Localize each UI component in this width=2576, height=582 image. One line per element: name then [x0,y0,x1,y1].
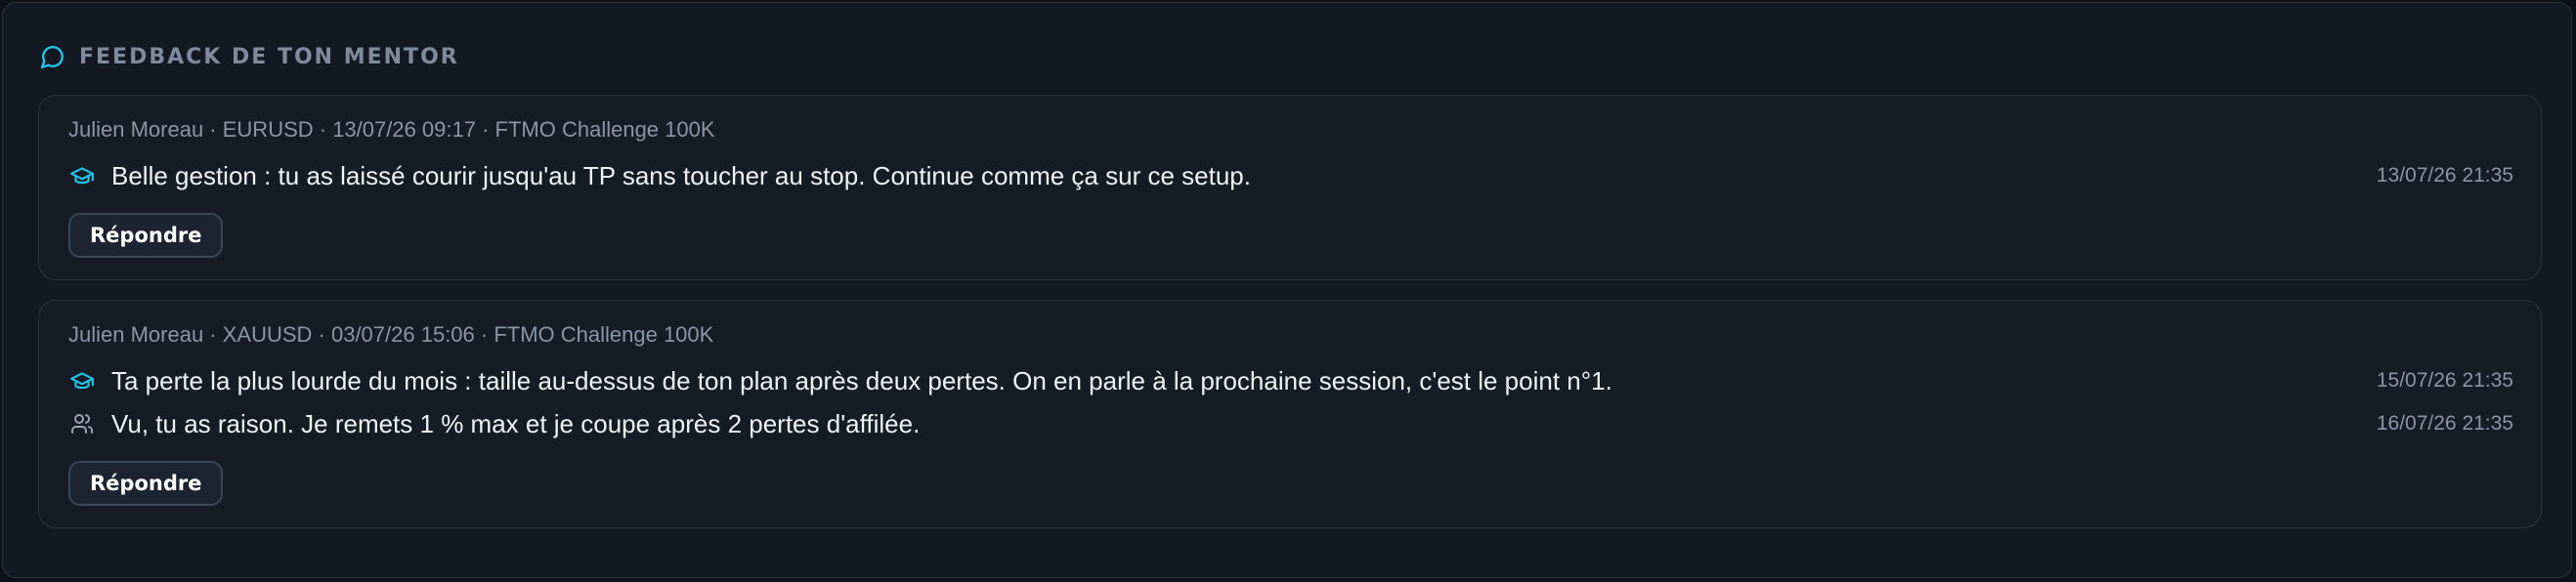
message-time: 16/07/26 21:35 [2376,412,2513,435]
message-row: Vu, tu as raison. Je remets 1 % max et j… [68,404,2513,443]
reply-button[interactable]: Répondre [68,461,224,506]
panel-title: FEEDBACK DE TON MENTOR [79,44,459,69]
thread-meta: Julien Moreau · EURUSD · 13/07/26 09:17 … [68,117,715,142]
message-text: Belle gestion : tu as laissé courir jusq… [111,160,1251,190]
message-text: Ta perte la plus lourde du mois : taille… [111,365,1612,395]
message-row: Ta perte la plus lourde du mois : taille… [68,361,2513,400]
reply-button[interactable]: Répondre [68,213,224,258]
panel-header: FEEDBACK DE TON MENTOR [40,40,459,73]
thread-meta: Julien Moreau · XAUUSD · 03/07/26 15:06 … [68,322,714,347]
mentor-cap-icon [68,162,96,189]
mentor-cap-icon [68,367,96,395]
mentor-feedback-panel: FEEDBACK DE TON MENTOR Julien Moreau · E… [2,2,2572,578]
chat-bubble-icon [40,44,65,69]
student-users-icon [68,410,96,437]
message-time: 13/07/26 21:35 [2376,164,2513,187]
message-time: 15/07/26 21:35 [2376,369,2513,392]
feedback-thread: Julien Moreau · EURUSD · 13/07/26 09:17 … [38,95,2542,280]
feedback-thread: Julien Moreau · XAUUSD · 03/07/26 15:06 … [38,300,2542,528]
message-text: Vu, tu as raison. Je remets 1 % max et j… [111,408,921,438]
message-row: Belle gestion : tu as laissé courir jusq… [68,156,2513,195]
